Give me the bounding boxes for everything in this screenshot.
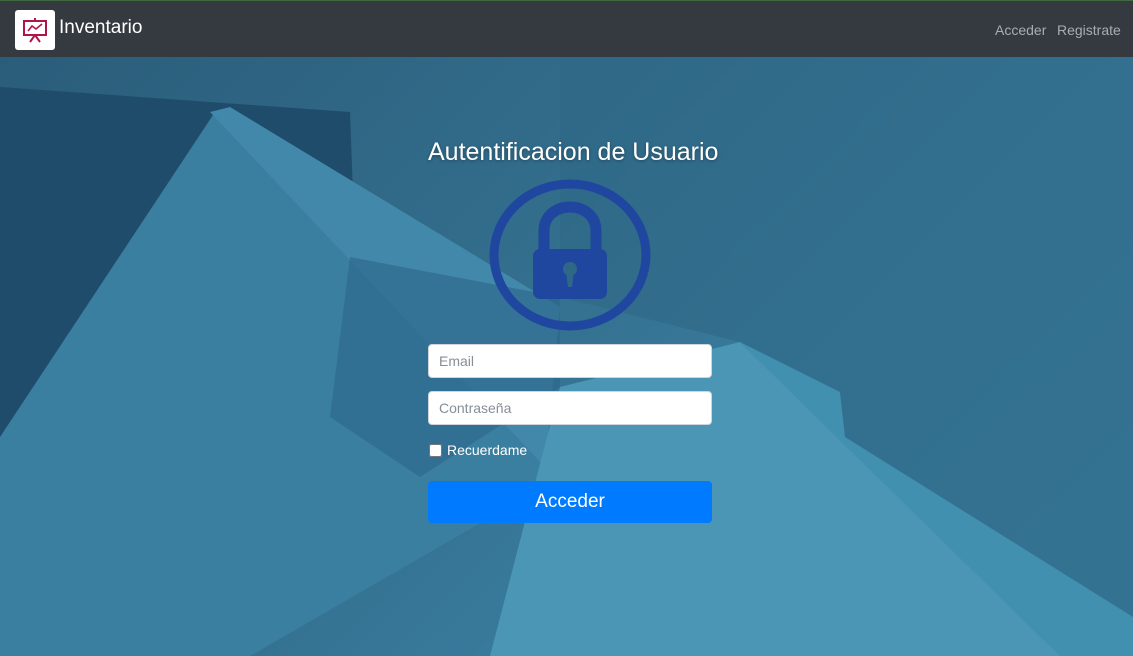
navbar: Inventario Acceder Registrate xyxy=(0,0,1133,57)
remember-row: Recuerdame xyxy=(428,442,527,458)
presentation-chart-icon[interactable] xyxy=(15,10,55,50)
page-title: Autentificacion de Usuario xyxy=(428,138,719,166)
password-field[interactable] xyxy=(428,391,712,425)
email-field[interactable] xyxy=(428,344,712,378)
remember-label[interactable]: Recuerdame xyxy=(447,442,527,458)
remember-checkbox[interactable] xyxy=(429,443,442,457)
padlock-icon xyxy=(489,179,651,331)
nav-login-link[interactable]: Acceder xyxy=(995,22,1046,38)
brand-name[interactable]: Inventario xyxy=(59,17,142,39)
nav-register-link[interactable]: Registrate xyxy=(1057,22,1121,38)
login-button[interactable]: Acceder xyxy=(428,481,712,523)
